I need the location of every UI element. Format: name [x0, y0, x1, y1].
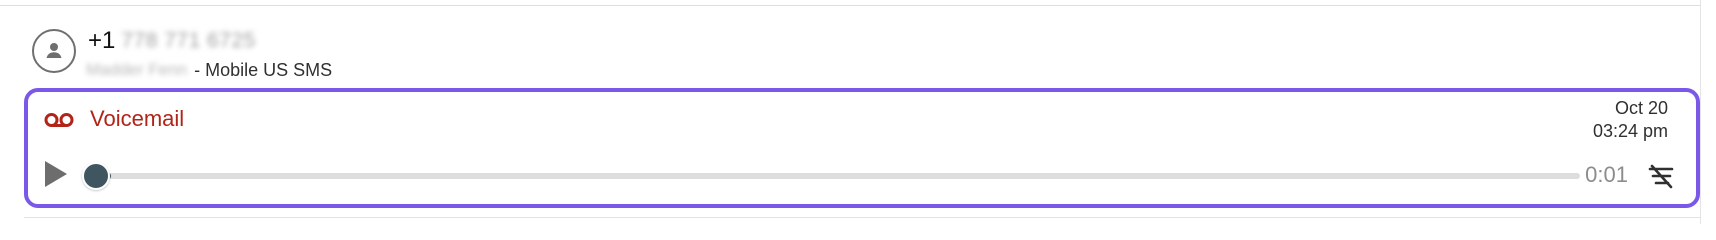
voicemail-time: 03:24 pm [1592, 121, 1668, 141]
transcript-toggle-button[interactable] [1646, 162, 1676, 190]
voicemail-timestamp: Oct 20 03:24 pm [1593, 97, 1668, 143]
play-button[interactable] [40, 158, 74, 192]
top-divider [0, 5, 1700, 6]
voicemail-card: Voicemail Oct 20 03:24 pm 0:01 [24, 88, 1700, 208]
right-divider [1700, 0, 1701, 224]
phone-prefix: +1 [88, 27, 116, 54]
play-icon [45, 161, 67, 187]
redacted-contact-name: Madder Fenn [86, 60, 188, 79]
voicemail-icon [44, 111, 74, 134]
voicemail-date: Oct 20 [1614, 98, 1668, 118]
redacted-phone-number: 778 771 6725 [121, 29, 256, 52]
contact-subline: Madder Fenn - Mobile US SMS [86, 57, 332, 83]
line-type-label: - Mobile US SMS [194, 59, 333, 80]
audio-scrubber-handle[interactable] [82, 162, 110, 190]
audio-duration: 0:01 [1585, 162, 1628, 187]
voicemail-title: Voicemail [90, 106, 185, 131]
contact-phone: +1 778 771 6725 [88, 26, 256, 56]
bottom-divider [24, 217, 1700, 218]
transcript-off-icon [1648, 164, 1674, 189]
audio-progress-track[interactable] [96, 173, 1580, 179]
avatar [32, 29, 76, 73]
person-icon [46, 43, 62, 58]
